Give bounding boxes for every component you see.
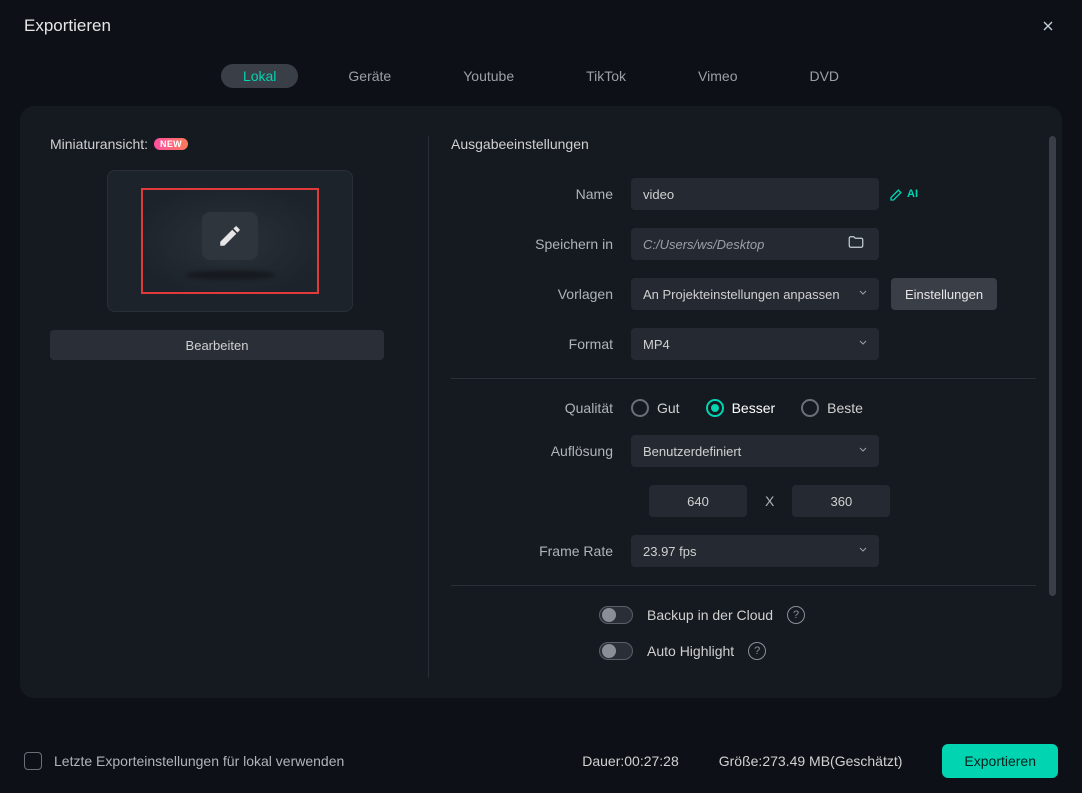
tab-geraete[interactable]: Geräte — [326, 64, 413, 88]
use-last-settings-checkbox[interactable] — [24, 752, 42, 770]
close-icon — [1040, 18, 1056, 34]
help-icon[interactable]: ? — [748, 642, 766, 660]
section-divider — [451, 378, 1036, 379]
section-divider — [451, 585, 1036, 586]
format-value: MP4 — [643, 337, 670, 352]
framerate-select[interactable]: 23.97 fps — [631, 535, 879, 567]
quality-beste-label: Beste — [827, 400, 863, 416]
thumbnail-label: Miniaturansicht: — [50, 136, 148, 152]
ai-suffix: AI — [907, 188, 918, 200]
quality-gut-label: Gut — [657, 400, 680, 416]
template-settings-button[interactable]: Einstellungen — [891, 278, 997, 310]
size-info: Größe:273.49 MB(Geschätzt) — [719, 753, 903, 769]
chevron-down-icon — [857, 337, 869, 352]
chevron-down-icon — [857, 444, 869, 459]
export-button[interactable]: Exportieren — [942, 744, 1058, 778]
edit-thumbnail-button[interactable]: Bearbeiten — [50, 330, 384, 360]
save-to-input[interactable] — [631, 228, 879, 260]
backup-cloud-label: Backup in der Cloud — [647, 607, 773, 623]
templates-select[interactable]: An Projekteinstellungen anpassen — [631, 278, 879, 310]
pencil-icon — [202, 212, 258, 260]
chevron-down-icon — [857, 287, 869, 302]
name-label: Name — [451, 186, 631, 202]
format-label: Format — [451, 336, 631, 352]
format-select[interactable]: MP4 — [631, 328, 879, 360]
quality-radio-gut[interactable]: Gut — [631, 399, 680, 417]
vertical-scrollbar[interactable] — [1049, 136, 1056, 596]
vertical-divider — [428, 136, 429, 678]
shadow-decoration — [185, 270, 275, 280]
tab-lokal[interactable]: Lokal — [221, 64, 298, 88]
quality-label: Qualität — [451, 400, 631, 416]
ai-name-button[interactable]: AI — [889, 186, 918, 202]
thumbnail-frame — [141, 188, 319, 294]
resolution-select[interactable]: Benutzerdefiniert — [631, 435, 879, 467]
quality-besser-label: Besser — [732, 400, 776, 416]
tab-dvd[interactable]: DVD — [787, 64, 861, 88]
quality-radio-beste[interactable]: Beste — [801, 399, 863, 417]
resolution-label: Auflösung — [451, 443, 631, 459]
dimension-separator: X — [765, 493, 774, 509]
pencil-ai-icon — [889, 186, 905, 202]
auto-highlight-label: Auto Highlight — [647, 643, 734, 659]
templates-label: Vorlagen — [451, 286, 631, 302]
tab-vimeo[interactable]: Vimeo — [676, 64, 759, 88]
use-last-settings-label: Letzte Exporteinstellungen für lokal ver… — [54, 753, 582, 769]
close-button[interactable] — [1034, 12, 1062, 40]
thumbnail-preview[interactable] — [107, 170, 353, 312]
name-input[interactable] — [631, 178, 879, 210]
width-input[interactable] — [649, 485, 747, 517]
auto-highlight-toggle[interactable] — [599, 642, 633, 660]
duration-info: Dauer:00:27:28 — [582, 753, 679, 769]
help-icon[interactable]: ? — [787, 606, 805, 624]
height-input[interactable] — [792, 485, 890, 517]
output-settings-title: Ausgabeeinstellungen — [451, 136, 1036, 152]
tab-youtube[interactable]: Youtube — [441, 64, 536, 88]
tab-tiktok[interactable]: TikTok — [564, 64, 648, 88]
framerate-value: 23.97 fps — [643, 544, 697, 559]
templates-value: An Projekteinstellungen anpassen — [643, 287, 840, 302]
export-tabs: Lokal Geräte Youtube TikTok Vimeo DVD — [0, 48, 1082, 106]
chevron-down-icon — [857, 544, 869, 559]
resolution-value: Benutzerdefiniert — [643, 444, 741, 459]
quality-radio-besser[interactable]: Besser — [706, 399, 776, 417]
save-to-label: Speichern in — [451, 236, 631, 252]
framerate-label: Frame Rate — [451, 543, 631, 559]
new-badge: NEW — [154, 138, 188, 150]
backup-cloud-toggle[interactable] — [599, 606, 633, 624]
window-title: Exportieren — [24, 16, 111, 36]
